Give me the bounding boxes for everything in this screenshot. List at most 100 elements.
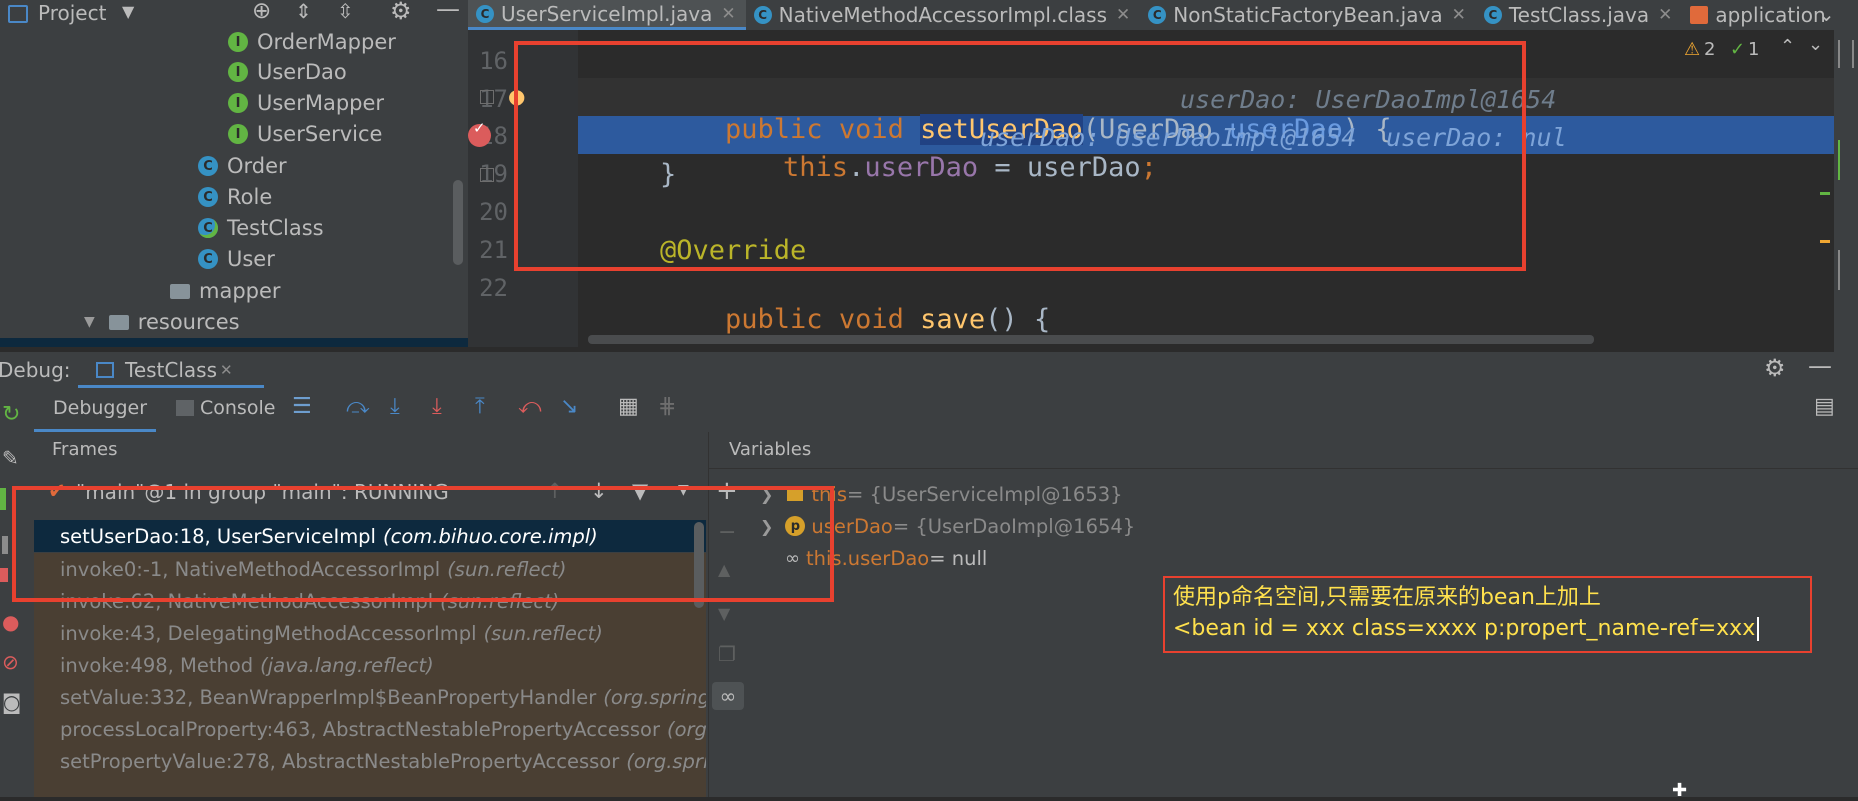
highlight-box-frames [12,486,834,602]
folder-icon [108,314,129,330]
override-arrow-icon[interactable]: ↑ [468,274,469,295]
view-breakpoints-icon[interactable]: ● [2,610,19,634]
hide-icon[interactable]: — [436,0,460,23]
xml-file-icon [1690,6,1709,24]
frame-row[interactable]: invoke:43, DelegatingMethodAccessorImpl(… [34,617,706,649]
interface-icon: I [228,62,248,82]
expand-all-icon[interactable]: ⇕ [295,0,312,23]
tree-item-ordermapper[interactable]: I OrderMapper [228,28,396,56]
tree-item-testclass[interactable]: C TestClass [198,214,324,242]
tab-nativemethodaccessorimpl[interactable]: C NativeMethodAccessorImpl.class ✕ [746,0,1141,30]
tab-userserviceimpl[interactable]: C UserServiceImpl.java ✕ [468,0,746,30]
class-run-icon: C [198,218,218,238]
code-editor[interactable]: 16 17 18 19 20 21 22 ✓ ● ⓘ ↑ public void… [468,30,1834,347]
layout-icon[interactable]: ▤ [1814,394,1835,419]
maven-tool-icon[interactable] [1838,250,1854,290]
step-over-icon[interactable]: ⤼ [346,394,370,419]
frame-row[interactable]: processLocalProperty:463, AbstractNestab… [34,713,706,745]
rerun-icon[interactable]: ↻ [2,402,20,427]
locate-icon[interactable]: ⊕ [252,0,271,24]
force-step-into-icon[interactable]: ⤓ [432,394,442,419]
resume-icon[interactable] [0,488,6,510]
interface-icon: I [228,124,248,144]
codota-tool-icon[interactable] [1838,140,1854,180]
warning-icon[interactable]: ⚠ [1684,39,1700,60]
previous-highlight-icon[interactable]: ⌃ [1780,36,1795,57]
class-icon: C [198,249,218,269]
error-stripe-mark [1820,192,1830,195]
close-icon[interactable]: ✕ [220,361,233,379]
ok-icon[interactable]: ✓ [1730,39,1745,60]
mouse-cursor-icon: ✚ [1672,780,1688,801]
mute-breakpoints-icon[interactable]: ⊘ [2,650,19,674]
show-execution-point-icon[interactable]: ☰ [292,394,312,419]
tab-debugger[interactable]: Debugger [34,388,156,432]
pause-icon[interactable] [2,536,8,554]
line-number: 16 [479,47,508,75]
debug-header: Debug: TestClass ✕ ⚙ — [0,352,1858,388]
stop-icon[interactable] [0,568,8,582]
trace-stream-icon[interactable]: ⋕ [658,394,676,419]
tree-item-userservice[interactable]: I UserService [228,120,382,148]
tree-item-order[interactable]: C Order [198,152,287,180]
drop-frame-icon[interactable]: ⤺ [518,394,542,419]
tab-testclass[interactable]: C TestClass.java ✕ [1476,0,1683,30]
tree-item-resources[interactable]: ▼ resources [84,308,240,336]
chevron-down-icon[interactable]: ▼ [84,314,95,330]
debug-panel: Debug: TestClass ✕ ⚙ — ↻ ✎ ● ⊘ ◙ Debugge… [0,352,1858,797]
highlight-box-code [514,41,1526,271]
interface-icon: I [228,32,248,52]
run-config-icon [96,362,114,378]
tree-item-usermapper[interactable]: I UserMapper [228,89,384,117]
frame-row-partial [34,777,706,797]
step-out-icon[interactable]: ⤒ [475,394,485,419]
next-highlight-icon[interactable]: ⌄ [1808,34,1823,55]
variables-header: Variables [709,432,1858,469]
debug-session-tab[interactable]: TestClass ✕ [78,352,264,388]
tree-item-mapper[interactable]: mapper [170,277,281,305]
tree-item-userdao[interactable]: I UserDao [228,58,347,86]
frame-row[interactable]: invoke:498, Method (java.lang.reflect) [34,649,706,681]
tree-item-role[interactable]: C Role [198,183,272,211]
gear-icon[interactable]: ⚙ [1764,354,1786,382]
error-stripe-mark [1820,240,1830,243]
tabs-dropdown-icon[interactable]: ⌄ [1818,2,1835,26]
close-icon[interactable]: ✕ [721,4,735,24]
project-header: Project ▼ ⊕ ⇕ ⇳ ⚙ — [0,0,468,30]
class-icon: C [198,187,218,207]
project-view-icon[interactable] [8,5,28,23]
line-number: 21 [479,236,508,264]
tab-console[interactable]: Console [174,388,294,432]
fold-icon[interactable] [480,168,494,182]
project-scrollbar[interactable] [453,180,463,265]
project-dropdown-icon[interactable]: ▼ [122,2,134,21]
text-cursor [1757,616,1760,641]
ok-count: 1 [1748,39,1760,60]
close-icon[interactable]: ✕ [1658,5,1672,25]
project-title[interactable]: Project [38,1,106,25]
breakpoint-icon[interactable]: ✓ [468,119,491,147]
gear-icon[interactable]: ⚙ [390,0,412,25]
step-into-icon[interactable]: ⤓ [390,394,400,419]
close-icon[interactable]: ✕ [1116,5,1130,25]
evaluate-expression-icon[interactable]: ▦ [618,394,639,419]
collapse-all-icon[interactable]: ⇳ [337,0,354,23]
hide-icon[interactable]: — [1808,352,1832,380]
fold-icon[interactable] [480,90,494,104]
wrench-icon[interactable]: ✎ [2,446,19,470]
class-icon: C [1148,6,1167,24]
line-number: 22 [479,274,508,302]
class-icon: C [476,4,494,23]
console-icon [176,400,194,416]
tab-application[interactable]: application [1682,0,1835,30]
run-to-cursor-icon[interactable]: ↘ [560,394,578,419]
editor-scrollbar[interactable] [588,335,1594,344]
frame-row[interactable]: setValue:332, BeanWrapperImpl$BeanProper… [34,681,706,713]
database-tool-icon[interactable] [1838,40,1854,68]
tree-item-user[interactable]: C User [198,245,275,273]
folder-icon [170,283,190,299]
close-icon[interactable]: ✕ [1452,5,1466,25]
camera-icon[interactable]: ◙ [2,690,21,714]
frame-row[interactable]: setPropertyValue:278, AbstractNestablePr… [34,745,706,777]
tab-nonstaticfactorybean[interactable]: C NonStaticFactoryBean.java ✕ [1140,0,1476,30]
